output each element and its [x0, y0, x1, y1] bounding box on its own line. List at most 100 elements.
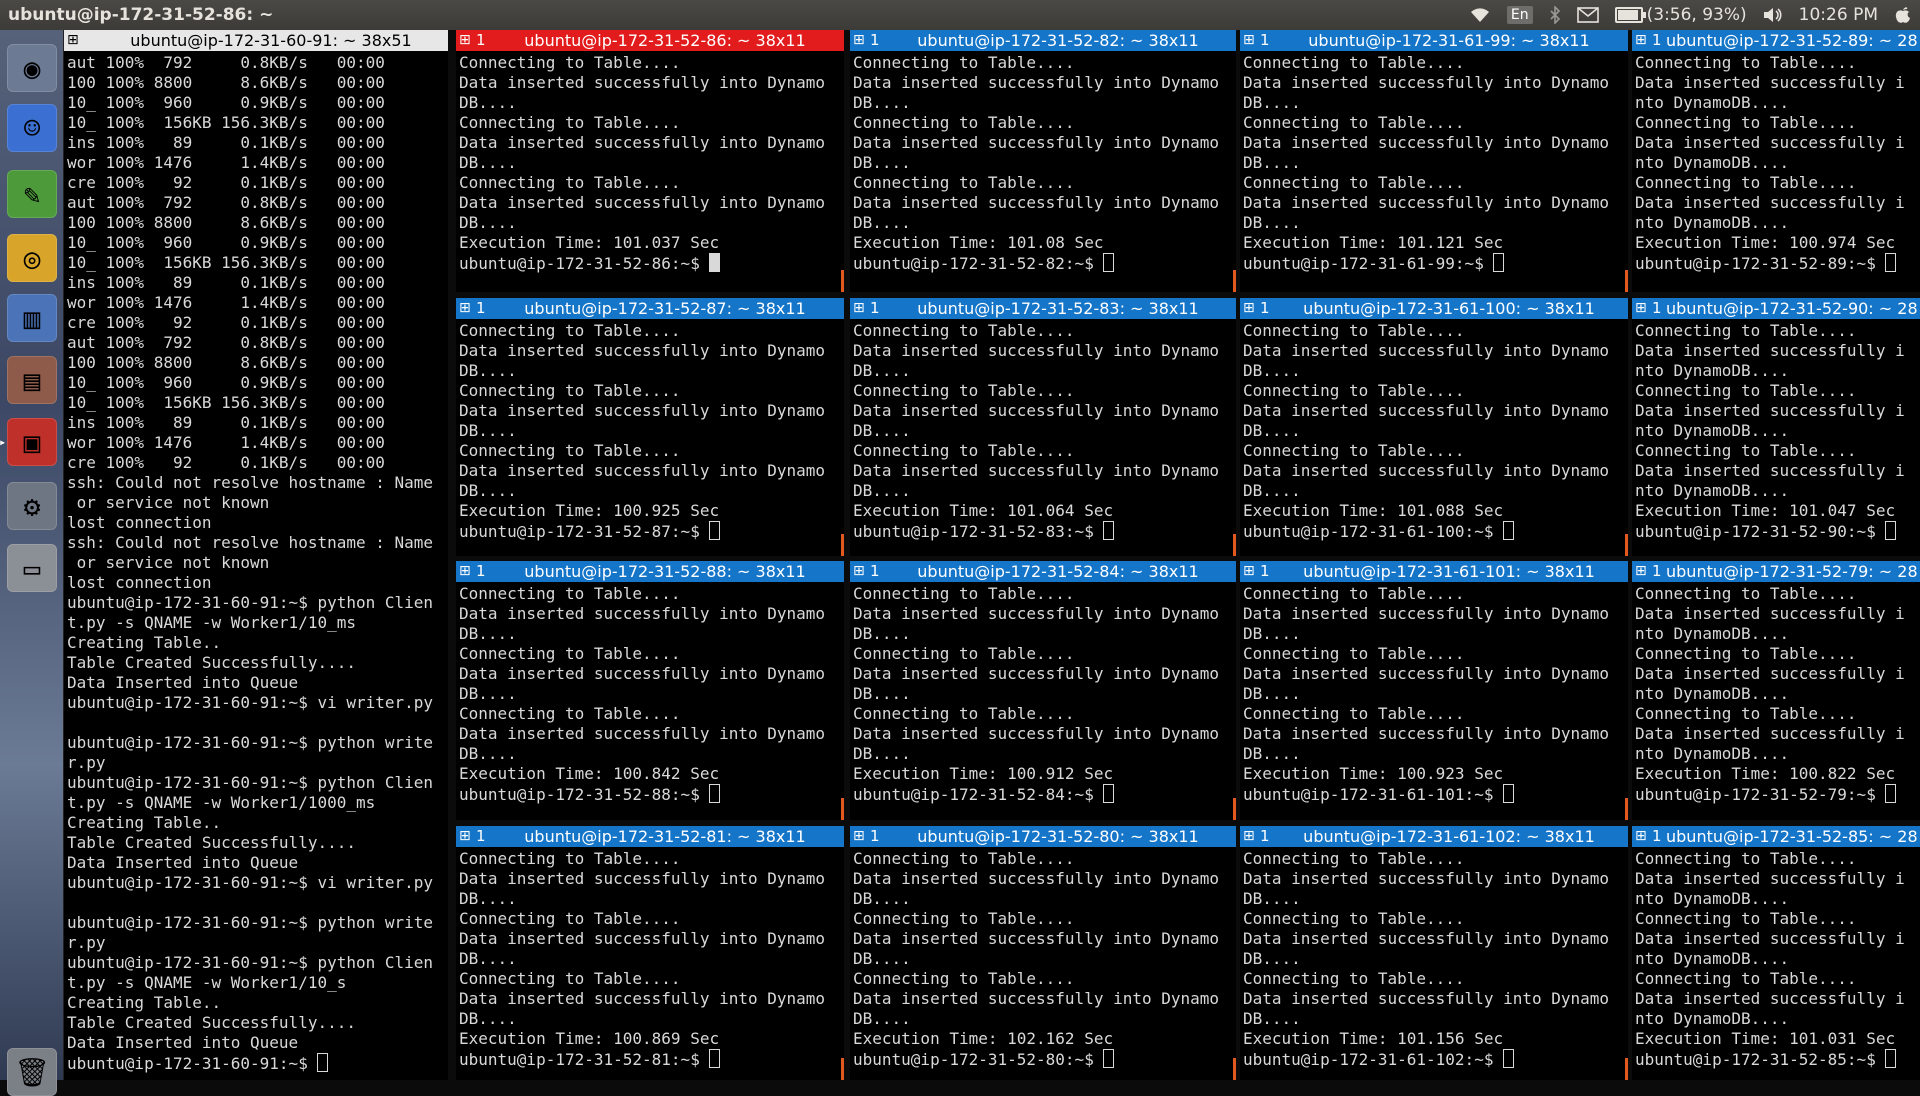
- terminal-output[interactable]: Connecting to Table.... Data inserted su…: [1240, 847, 1628, 1072]
- execution-time-line: Execution Time: 101.037 Sec: [459, 233, 720, 252]
- terminal-line: ubuntu@ip-172-31-60-91:~$ python Clien: [67, 773, 434, 792]
- terminal-line: wor 100% 1476 1.4KB/s 00:00: [67, 153, 385, 172]
- terminal-window[interactable]: ⊞ 1 ubuntu@ip-172-31-61-100: ~ 38x11 Connec…: [1240, 298, 1628, 556]
- terminal-title: ubuntu@ip-172-31-52-81: ~ 38x11: [524, 827, 806, 846]
- clock[interactable]: 10:26 PM: [1799, 5, 1878, 25]
- terminal-line: wor 100% 1476 1.4KB/s 00:00: [67, 433, 385, 452]
- terminal-titlebar[interactable]: ⊞ 1 ubuntu@ip-172-31-52-90: ~ 28: [1632, 298, 1920, 319]
- terminal-titlebar[interactable]: ⊞ 1 ubuntu@ip-172-31-52-86: ~ 38x11: [456, 30, 844, 51]
- terminal-output[interactable]: Connecting to Table.... Data inserted su…: [1240, 319, 1628, 544]
- terminal-window[interactable]: ⊞ 1 ubuntu@ip-172-31-52-84: ~ 38x11 Connect…: [850, 561, 1236, 820]
- trash-icon[interactable]: 🗑: [7, 1048, 57, 1096]
- terminal-line: Connecting to Table....: [459, 909, 681, 928]
- terminal-output[interactable]: aut 100% 792 0.8KB/s 00:00 100 100% 8800…: [64, 51, 448, 1076]
- terminal-titlebar[interactable]: ⊞ 1 ubuntu@ip-172-31-52-80: ~ 38x11: [850, 826, 1236, 847]
- mail-icon[interactable]: [1576, 7, 1599, 23]
- terminal-line: cre 100% 92 0.1KB/s 00:00: [67, 173, 385, 192]
- terminal-window[interactable]: ⊞ 1 ubuntu@ip-172-31-52-82: ~ 38x11 Connect…: [850, 30, 1236, 292]
- pencil-app-icon[interactable]: ✎: [7, 170, 57, 218]
- terminal-window[interactable]: ⊞ 1 ubuntu@ip-172-31-61-101: ~ 38x11 Connec…: [1240, 561, 1628, 820]
- terminal-window-main[interactable]: ⊞ ubuntu@ip-172-31-60-91: ~ 38x51 aut 10…: [64, 30, 448, 1080]
- chart-app-icon[interactable]: ▥: [7, 294, 57, 342]
- terminal-line: DB....: [459, 684, 517, 703]
- bluetooth-icon[interactable]: [1549, 6, 1561, 24]
- terminal-line: or service not known: [67, 553, 270, 572]
- terminal-output[interactable]: Connecting to Table.... Data inserted su…: [456, 51, 844, 276]
- terminal-titlebar[interactable]: ⊞ 1 ubuntu@ip-172-31-52-81: ~ 38x11: [456, 826, 844, 847]
- drive-icon[interactable]: ▭: [7, 544, 57, 592]
- terminal-window[interactable]: ⊞ 1 ubuntu@ip-172-31-52-80: ~ 38x11 Connect…: [850, 826, 1236, 1080]
- battery-indicator[interactable]: (3:56, 93%): [1614, 5, 1747, 25]
- terminal-output[interactable]: Connecting to Table.... Data inserted su…: [1632, 847, 1920, 1072]
- terminal-line: Connecting to Table....: [1243, 584, 1465, 603]
- terminal-titlebar[interactable]: ⊞ 1 ubuntu@ip-172-31-52-89: ~ 28: [1632, 30, 1920, 51]
- terminal-tab-number: 1: [870, 299, 880, 317]
- terminal-output[interactable]: Connecting to Table.... Data inserted su…: [850, 847, 1236, 1072]
- terminal-window[interactable]: ⊞ 1 ubuntu@ip-172-31-52-85: ~ 28 Connecting…: [1632, 826, 1920, 1080]
- terminal-scroll-marker[interactable]: [1625, 270, 1628, 292]
- terminal-output[interactable]: Connecting to Table.... Data inserted su…: [850, 582, 1236, 807]
- dash-icon[interactable]: ◉: [7, 44, 57, 92]
- terminal-output[interactable]: Connecting to Table.... Data inserted su…: [456, 319, 844, 544]
- chrome-icon[interactable]: ◎: [7, 234, 57, 282]
- terminal-window[interactable]: ⊞ 1 ubuntu@ip-172-31-52-87: ~ 38x11 Connect…: [456, 298, 844, 556]
- terminal-tab-icon: ⊞: [1243, 828, 1255, 844]
- terminal-scroll-marker[interactable]: [1625, 1058, 1628, 1080]
- terminal-window[interactable]: ⊞ 1 ubuntu@ip-172-31-52-89: ~ 28 Connecting…: [1632, 30, 1920, 292]
- terminal-titlebar[interactable]: ⊞ 1 ubuntu@ip-172-31-52-85: ~ 28: [1632, 826, 1920, 847]
- terminal-window[interactable]: ⊞ 1 ubuntu@ip-172-31-52-90: ~ 28 Connecting…: [1632, 298, 1920, 556]
- terminal-line: Connecting to Table....: [459, 849, 681, 868]
- terminal-titlebar[interactable]: ⊞ 1 ubuntu@ip-172-31-61-102: ~ 38x11: [1240, 826, 1628, 847]
- terminal-scroll-marker[interactable]: [1625, 534, 1628, 556]
- terminal-titlebar[interactable]: ⊞ 1 ubuntu@ip-172-31-52-83: ~ 38x11: [850, 298, 1236, 319]
- terminal-output[interactable]: Connecting to Table.... Data inserted su…: [850, 51, 1236, 276]
- terminal-output[interactable]: Connecting to Table.... Data inserted su…: [1632, 582, 1920, 807]
- terminal-scroll-marker[interactable]: [841, 534, 844, 556]
- terminal-window[interactable]: ⊞ 1 ubuntu@ip-172-31-52-86: ~ 38x11 Connect…: [456, 30, 844, 292]
- terminal-scroll-marker[interactable]: [841, 270, 844, 292]
- terminal-output[interactable]: Connecting to Table.... Data inserted su…: [456, 582, 844, 807]
- terminal-output[interactable]: Connecting to Table.... Data inserted su…: [456, 847, 844, 1072]
- settings-icon[interactable]: ⚙: [7, 482, 57, 530]
- terminal-titlebar[interactable]: ⊞ 1 ubuntu@ip-172-31-61-101: ~ 38x11: [1240, 561, 1628, 582]
- terminal-window[interactable]: ⊞ 1 ubuntu@ip-172-31-52-88: ~ 38x11 Connect…: [456, 561, 844, 820]
- system-monitor-icon[interactable]: ▤: [7, 356, 57, 404]
- terminal-scroll-marker[interactable]: [841, 798, 844, 820]
- terminal-line: Table Created Successfully....: [67, 653, 356, 672]
- terminal-output[interactable]: Connecting to Table.... Data inserted su…: [1632, 319, 1920, 544]
- finder-icon[interactable]: ☺: [7, 104, 57, 152]
- terminal-line: nto DynamoDB....: [1635, 213, 1790, 232]
- terminal-window[interactable]: ⊞ 1 ubuntu@ip-172-31-61-102: ~ 38x11 Connec…: [1240, 826, 1628, 1080]
- terminal-scroll-marker[interactable]: [1233, 534, 1236, 556]
- keyboard-layout-indicator[interactable]: En: [1506, 6, 1533, 24]
- terminal-window[interactable]: ⊞ 1 ubuntu@ip-172-31-52-79: ~ 28 Connecting…: [1632, 561, 1920, 820]
- terminal-window[interactable]: ⊞ 1 ubuntu@ip-172-31-61-99: ~ 38x11 Connect…: [1240, 30, 1628, 292]
- volume-icon[interactable]: [1763, 6, 1783, 24]
- terminal-titlebar[interactable]: ⊞ 1 ubuntu@ip-172-31-52-79: ~ 28: [1632, 561, 1920, 582]
- terminal-titlebar[interactable]: ⊞ ubuntu@ip-172-31-60-91: ~ 38x51: [64, 30, 448, 51]
- terminal-line: nto DynamoDB....: [1635, 421, 1790, 440]
- terminal-scroll-marker[interactable]: [1233, 270, 1236, 292]
- terminal-app-icon[interactable]: ▣: [0, 418, 57, 466]
- terminal-titlebar[interactable]: ⊞ 1 ubuntu@ip-172-31-61-100: ~ 38x11: [1240, 298, 1628, 319]
- terminal-titlebar[interactable]: ⊞ 1 ubuntu@ip-172-31-52-82: ~ 38x11: [850, 30, 1236, 51]
- terminal-titlebar[interactable]: ⊞ 1 ubuntu@ip-172-31-61-99: ~ 38x11: [1240, 30, 1628, 51]
- terminal-prompt: ubuntu@ip-172-31-61-100:~$: [1243, 522, 1504, 541]
- terminal-output[interactable]: Connecting to Table.... Data inserted su…: [850, 319, 1236, 544]
- terminal-scroll-marker[interactable]: [1233, 1058, 1236, 1080]
- terminal-output[interactable]: Connecting to Table.... Data inserted su…: [1632, 51, 1920, 276]
- wifi-icon[interactable]: [1469, 7, 1491, 23]
- terminal-window[interactable]: ⊞ 1 ubuntu@ip-172-31-52-83: ~ 38x11 Connect…: [850, 298, 1236, 556]
- terminal-cursor: [1493, 253, 1505, 272]
- terminal-scroll-marker[interactable]: [1625, 798, 1628, 820]
- terminal-output[interactable]: Connecting to Table.... Data inserted su…: [1240, 51, 1628, 276]
- terminal-titlebar[interactable]: ⊞ 1 ubuntu@ip-172-31-52-88: ~ 38x11: [456, 561, 844, 582]
- terminal-window[interactable]: ⊞ 1 ubuntu@ip-172-31-52-81: ~ 38x11 Connect…: [456, 826, 844, 1080]
- terminal-scroll-marker[interactable]: [841, 1058, 844, 1080]
- session-menu-icon[interactable]: [1894, 5, 1912, 25]
- terminal-scroll-marker[interactable]: [1233, 798, 1236, 820]
- terminal-output[interactable]: Connecting to Table.... Data inserted su…: [1240, 582, 1628, 807]
- terminal-line: 100 100% 8800 8.6KB/s 00:00: [67, 213, 385, 232]
- terminal-titlebar[interactable]: ⊞ 1 ubuntu@ip-172-31-52-87: ~ 38x11: [456, 298, 844, 319]
- terminal-titlebar[interactable]: ⊞ 1 ubuntu@ip-172-31-52-84: ~ 38x11: [850, 561, 1236, 582]
